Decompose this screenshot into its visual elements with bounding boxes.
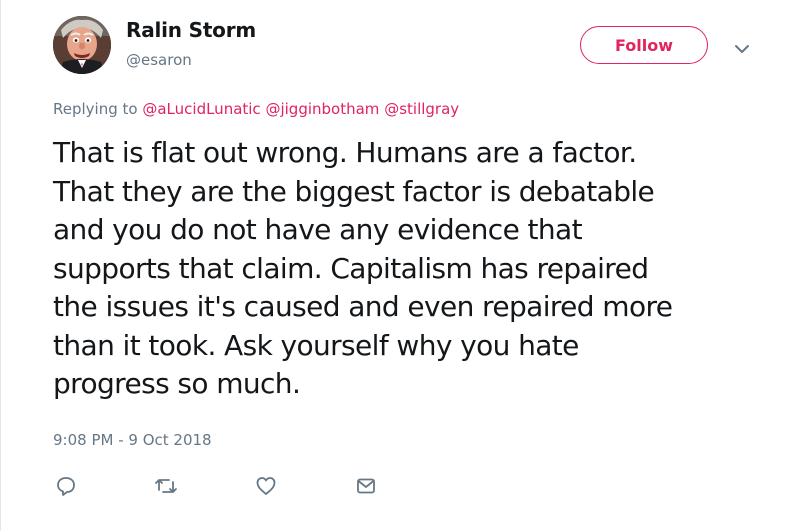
retweet-icon[interactable] bbox=[154, 474, 178, 498]
tweet-card: Ralin Storm @esaron Follow Replying to @… bbox=[0, 0, 800, 531]
like-icon[interactable] bbox=[254, 474, 278, 498]
replying-to: Replying to @aLucidLunatic @jigginbotham… bbox=[53, 100, 459, 118]
ventriloquist-puppet-avatar-icon bbox=[53, 16, 111, 74]
follow-button[interactable]: Follow bbox=[580, 26, 708, 64]
mention-link[interactable]: @jigginbotham bbox=[265, 100, 379, 118]
display-name[interactable]: Ralin Storm bbox=[126, 18, 256, 42]
reply-icon[interactable] bbox=[54, 474, 78, 498]
direct-message-icon[interactable] bbox=[354, 474, 378, 498]
mention-link[interactable]: @aLucidLunatic bbox=[142, 100, 260, 118]
tweet-timestamp[interactable]: 9:08 PM - 9 Oct 2018 bbox=[53, 431, 212, 449]
avatar[interactable] bbox=[53, 16, 111, 74]
chevron-down-icon[interactable] bbox=[734, 40, 750, 53]
user-handle[interactable]: @esaron bbox=[126, 51, 192, 69]
tweet-text: That is flat out wrong. Humans are a fac… bbox=[53, 136, 673, 400]
replying-to-label: Replying to bbox=[53, 100, 138, 118]
mention-link[interactable]: @stillgray bbox=[384, 100, 459, 118]
